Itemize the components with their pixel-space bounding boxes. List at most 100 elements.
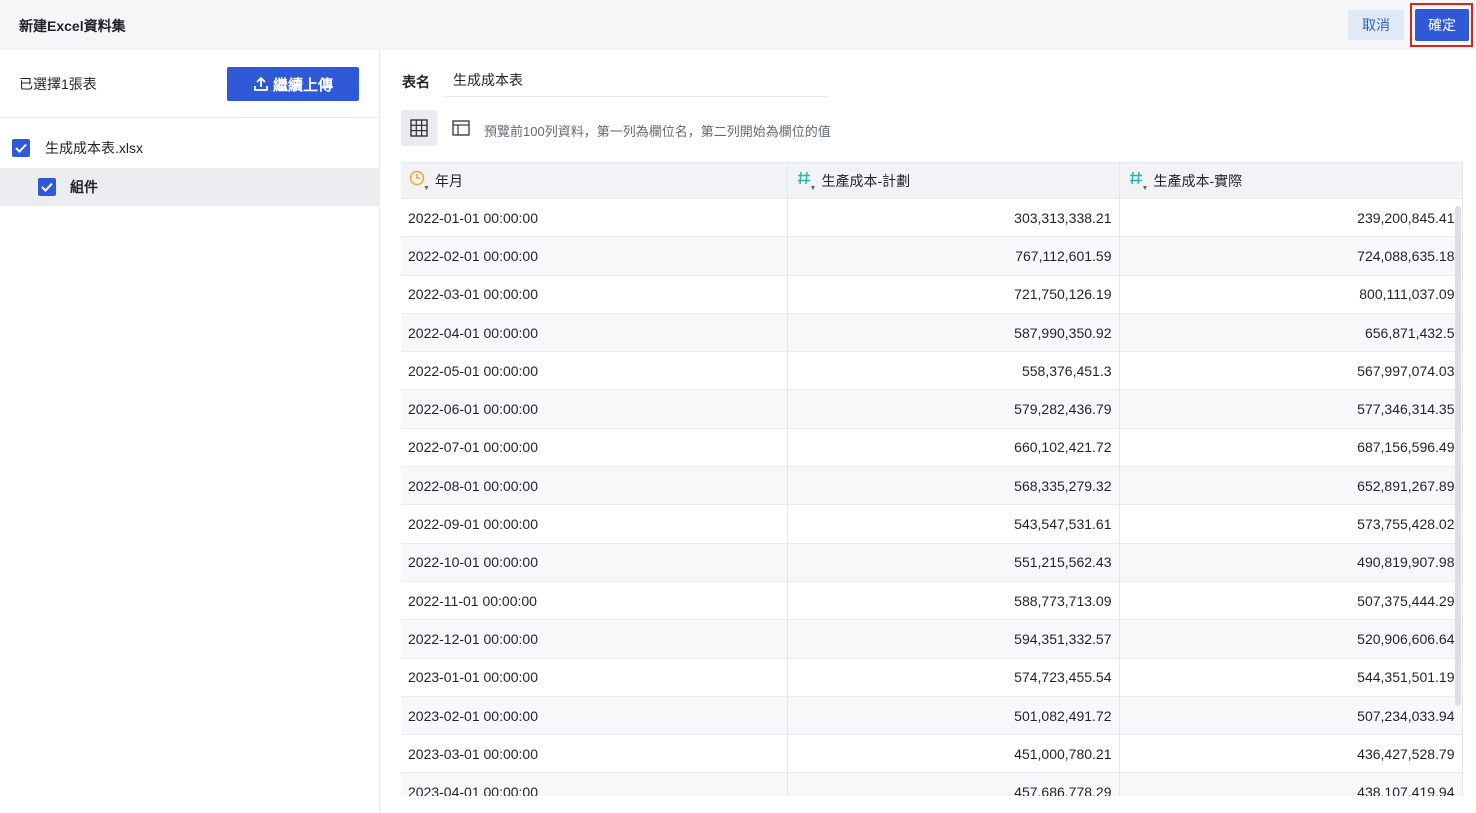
cell-number: 656,871,432.5 xyxy=(1119,312,1463,352)
cell-number: 573,755,428.02 xyxy=(1119,504,1463,544)
cell-number: 574,723,455.54 xyxy=(787,657,1120,697)
table-row: 2022-04-01 00:00:00 587,990,350.92 656,871… xyxy=(401,312,1463,352)
cell-date: 2022-05-01 00:00:00 xyxy=(401,351,788,390)
cell-number: 567,997,074.03 xyxy=(1119,351,1463,390)
cell-number: 520,906,606.64 xyxy=(1119,619,1463,659)
sheet-checkbox[interactable] xyxy=(38,178,56,196)
tree-item-file[interactable]: 生成成本表.xlsx xyxy=(0,130,380,166)
cell-date: 2022-11-01 00:00:00 xyxy=(401,580,788,620)
table-row: 2022-02-01 00:00:00 767,112,601.59 724,088… xyxy=(401,236,1463,276)
preview-panel: 表名 預覽前100列資料，第一列為欄位名，第二列開始為欄位的值 xyxy=(381,50,1476,813)
cell-number: 436,427,528.79 xyxy=(1119,734,1463,773)
chevron-down-icon: ▼ xyxy=(423,184,430,192)
sheet-name: 組件 xyxy=(70,179,98,195)
cell-date: 2023-02-01 00:00:00 xyxy=(401,695,788,735)
dialog-header: 新建Excel資料集 取消 確定 xyxy=(0,0,1476,50)
cell-number: 800,111,037.09 xyxy=(1119,274,1463,314)
check-icon xyxy=(41,182,53,192)
cell-date: 2023-01-01 00:00:00 xyxy=(401,657,788,697)
cell-date: 2022-03-01 00:00:00 xyxy=(401,274,788,314)
column-header-date[interactable]: ▼ 年月 xyxy=(401,162,788,199)
cancel-button[interactable]: 取消 xyxy=(1348,10,1404,40)
file-sidebar: 已選擇1張表 繼續上傳 生成成本表.xlsx 組件 xyxy=(0,50,380,813)
file-checkbox[interactable] xyxy=(12,139,30,157)
table-row: 2022-11-01 00:00:00 588,773,713.09 507,375… xyxy=(401,580,1463,620)
cell-number: 507,234,033.94 xyxy=(1119,695,1463,735)
cell-date: 2022-08-01 00:00:00 xyxy=(401,466,788,505)
cell-number: 660,102,421.72 xyxy=(787,427,1120,467)
data-preview-table: ▼ 年月 ▼ 生產成本-計劃 ▼ 生產成本-實際 2022-01-01 00:0… xyxy=(401,162,1463,796)
cell-number: 451,000,780.21 xyxy=(787,734,1120,773)
cell-date: 2022-02-01 00:00:00 xyxy=(401,236,788,276)
column-label: 生產成本-實際 xyxy=(1153,172,1243,189)
cell-number: 457,686,778.29 xyxy=(787,772,1120,796)
cell-number: 544,351,501.19 xyxy=(1119,657,1463,697)
structure-view-button[interactable] xyxy=(449,116,473,140)
cell-number: 594,351,332.57 xyxy=(787,619,1120,659)
column-header-actual[interactable]: ▼ 生產成本-實際 xyxy=(1119,162,1463,199)
cell-number: 652,891,267.89 xyxy=(1119,466,1463,505)
hash-icon[interactable]: ▼ xyxy=(1128,170,1150,192)
table-row: 2022-06-01 00:00:00 579,282,436.79 577,346… xyxy=(401,389,1463,429)
table-row: 2022-09-01 00:00:00 543,547,531.61 573,755… xyxy=(401,504,1463,544)
cell-number: 438,107,419.94 xyxy=(1119,772,1463,796)
table-row: 2022-01-01 00:00:00 303,313,338.21 239,200… xyxy=(401,197,1463,237)
table-row: 2023-01-01 00:00:00 574,723,455.54 544,351… xyxy=(401,657,1463,697)
table-name-label: 表名 xyxy=(402,74,430,90)
dialog-title: 新建Excel資料集 xyxy=(19,18,126,34)
cell-date: 2022-04-01 00:00:00 xyxy=(401,312,788,352)
table-row: 2022-10-01 00:00:00 551,215,562.43 490,819… xyxy=(401,542,1463,582)
cell-number: 687,156,596.49 xyxy=(1119,427,1463,467)
cell-date: 2022-01-01 00:00:00 xyxy=(401,197,788,237)
table-row: 2022-12-01 00:00:00 594,351,332.57 520,906… xyxy=(401,619,1463,659)
cell-number: 501,082,491.72 xyxy=(787,695,1120,735)
cell-number: 577,346,314.35 xyxy=(1119,389,1463,429)
sidebar-divider xyxy=(0,117,380,118)
cell-number: 587,990,350.92 xyxy=(787,312,1120,352)
confirm-button[interactable]: 確定 xyxy=(1415,9,1469,41)
check-icon xyxy=(15,143,27,153)
grid-view-button[interactable] xyxy=(401,110,437,146)
cell-date: 2022-09-01 00:00:00 xyxy=(401,504,788,544)
table-row: 2023-02-01 00:00:00 501,082,491.72 507,234… xyxy=(401,695,1463,735)
cell-number: 724,088,635.18 xyxy=(1119,236,1463,276)
cell-date: 2022-12-01 00:00:00 xyxy=(401,619,788,659)
cell-number: 558,376,451.3 xyxy=(787,351,1120,390)
preview-hint: 預覽前100列資料，第一列為欄位名，第二列開始為欄位的值 xyxy=(484,124,831,139)
cell-date: 2022-06-01 00:00:00 xyxy=(401,389,788,429)
upload-icon xyxy=(254,76,268,91)
cell-number: 767,112,601.59 xyxy=(787,236,1120,276)
table-row: 2023-04-01 00:00:00 457,686,778.29 438,107… xyxy=(401,772,1463,796)
table-row: 2023-03-01 00:00:00 451,000,780.21 436,427… xyxy=(401,734,1463,773)
cell-number: 303,313,338.21 xyxy=(787,197,1120,237)
cell-date: 2023-03-01 00:00:00 xyxy=(401,734,788,773)
tree-item-sheet[interactable]: 組件 xyxy=(0,168,380,206)
table-name-input[interactable] xyxy=(443,64,828,97)
table-scrollbar[interactable] xyxy=(1455,206,1461,706)
column-label: 生產成本-計劃 xyxy=(821,172,911,189)
cell-number: 490,819,907.98 xyxy=(1119,542,1463,582)
grid-icon xyxy=(410,119,428,137)
chevron-down-icon: ▼ xyxy=(1141,184,1149,192)
clock-icon[interactable]: ▼ xyxy=(409,170,431,192)
cell-number: 551,215,562.43 xyxy=(787,542,1120,582)
file-name: 生成成本表.xlsx xyxy=(45,140,143,156)
layout-icon xyxy=(452,120,470,136)
cell-number: 239,200,845.41 xyxy=(1119,197,1463,237)
selected-count: 已選擇1張表 xyxy=(19,76,97,92)
table-row: 2022-08-01 00:00:00 568,335,279.32 652,891… xyxy=(401,466,1463,505)
cell-number: 507,375,444.29 xyxy=(1119,580,1463,620)
cell-number: 568,335,279.32 xyxy=(787,466,1120,505)
cell-number: 543,547,531.61 xyxy=(787,504,1120,544)
hash-icon[interactable]: ▼ xyxy=(796,170,818,192)
table-row: 2022-03-01 00:00:00 721,750,126.19 800,111… xyxy=(401,274,1463,314)
table-row: 2022-05-01 00:00:00 558,376,451.3 567,997,… xyxy=(401,351,1463,390)
cell-date: 2022-07-01 00:00:00 xyxy=(401,427,788,467)
cell-number: 579,282,436.79 xyxy=(787,389,1120,429)
chevron-down-icon: ▼ xyxy=(809,184,817,192)
cell-number: 588,773,713.09 xyxy=(787,580,1120,620)
continue-upload-button[interactable]: 繼續上傳 xyxy=(227,67,359,101)
column-header-plan[interactable]: ▼ 生產成本-計劃 xyxy=(787,162,1120,199)
cell-date: 2023-04-01 00:00:00 xyxy=(401,772,788,796)
table-header-row: ▼ 年月 ▼ 生產成本-計劃 ▼ 生產成本-實際 xyxy=(401,162,1463,199)
